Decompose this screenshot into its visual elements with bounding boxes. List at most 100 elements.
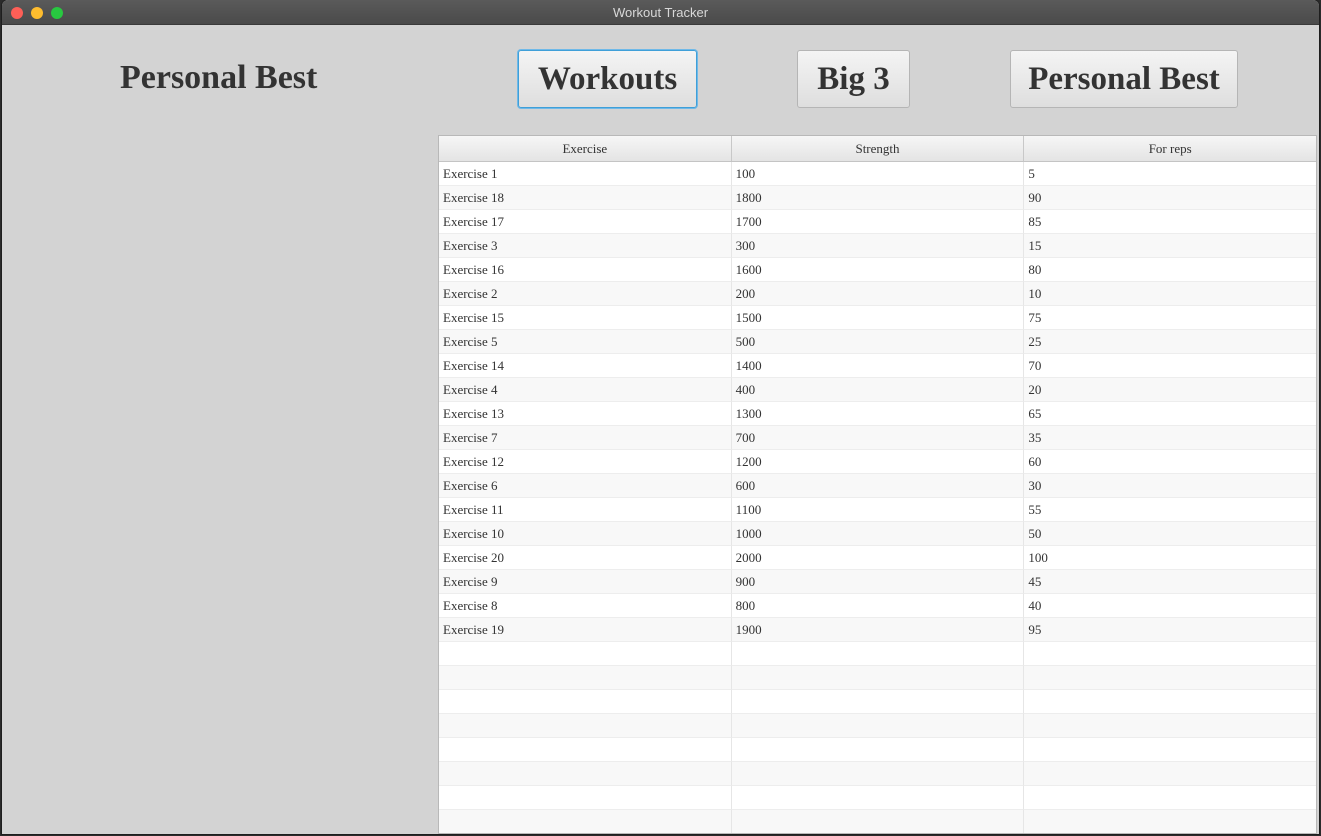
exercise-cell: Exercise 8 <box>439 594 732 618</box>
exercise-cell: Exercise 10 <box>439 522 732 546</box>
table-row[interactable]: Exercise 7 700 35 <box>439 426 1316 450</box>
table-row[interactable]: Exercise 19 1900 95 <box>439 618 1316 642</box>
for-reps-cell: 25 <box>1024 330 1316 354</box>
for-reps-cell: 70 <box>1024 354 1316 378</box>
for-reps-cell <box>1024 810 1316 833</box>
table-row[interactable]: Exercise 12 1200 60 <box>439 450 1316 474</box>
personal-best-button[interactable]: Personal Best <box>1010 50 1238 108</box>
exercise-cell: Exercise 3 <box>439 234 732 258</box>
table-row[interactable]: Exercise 18 1800 90 <box>439 186 1316 210</box>
strength-cell: 500 <box>731 330 1025 354</box>
exercise-cell: Exercise 16 <box>439 258 732 282</box>
big-3-button[interactable]: Big 3 <box>797 50 910 108</box>
exercise-cell: Exercise 4 <box>439 378 732 402</box>
strength-cell: 300 <box>731 234 1025 258</box>
for-reps-cell <box>1024 690 1316 714</box>
exercise-cell <box>439 762 732 786</box>
column-header-strength[interactable]: Strength <box>732 136 1025 161</box>
for-reps-cell <box>1024 762 1316 786</box>
table-row[interactable]: Exercise 17 1700 85 <box>439 210 1316 234</box>
exercise-cell <box>439 786 732 810</box>
exercise-cell: Exercise 12 <box>439 450 732 474</box>
strength-cell: 1300 <box>731 402 1025 426</box>
for-reps-cell: 60 <box>1024 450 1316 474</box>
exercise-cell: Exercise 17 <box>439 210 732 234</box>
exercise-cell: Exercise 18 <box>439 186 732 210</box>
empty-table-row[interactable] <box>439 810 1316 833</box>
strength-cell: 1000 <box>731 522 1025 546</box>
empty-table-row[interactable] <box>439 786 1316 810</box>
for-reps-cell: 45 <box>1024 570 1316 594</box>
strength-cell: 1900 <box>731 618 1025 642</box>
strength-cell: 1800 <box>731 186 1025 210</box>
empty-table-row[interactable] <box>439 642 1316 666</box>
empty-table-row[interactable] <box>439 714 1316 738</box>
table-row[interactable]: Exercise 11 1100 55 <box>439 498 1316 522</box>
page-title: Personal Best <box>120 59 318 96</box>
table-row[interactable]: Exercise 20 2000 100 <box>439 546 1316 570</box>
for-reps-cell: 15 <box>1024 234 1316 258</box>
for-reps-cell: 80 <box>1024 258 1316 282</box>
empty-table-row[interactable] <box>439 738 1316 762</box>
table-row[interactable]: Exercise 9 900 45 <box>439 570 1316 594</box>
for-reps-cell: 35 <box>1024 426 1316 450</box>
strength-cell: 900 <box>731 570 1025 594</box>
strength-cell <box>731 738 1025 762</box>
table-row[interactable]: Exercise 14 1400 70 <box>439 354 1316 378</box>
for-reps-cell: 95 <box>1024 618 1316 642</box>
exercise-cell: Exercise 19 <box>439 618 732 642</box>
table-row[interactable]: Exercise 8 800 40 <box>439 594 1316 618</box>
title-bar[interactable]: Workout Tracker <box>2 0 1319 25</box>
strength-cell <box>731 762 1025 786</box>
column-header-for-reps[interactable]: For reps <box>1024 136 1316 161</box>
for-reps-cell: 90 <box>1024 186 1316 210</box>
strength-cell: 400 <box>731 378 1025 402</box>
strength-cell: 700 <box>731 426 1025 450</box>
strength-cell: 800 <box>731 594 1025 618</box>
strength-cell <box>731 666 1025 690</box>
table-row[interactable]: Exercise 2 200 10 <box>439 282 1316 306</box>
exercise-cell: Exercise 6 <box>439 474 732 498</box>
for-reps-cell: 65 <box>1024 402 1316 426</box>
table-row[interactable]: Exercise 4 400 20 <box>439 378 1316 402</box>
for-reps-cell <box>1024 666 1316 690</box>
exercise-cell: Exercise 9 <box>439 570 732 594</box>
for-reps-cell: 55 <box>1024 498 1316 522</box>
table-row[interactable]: Exercise 13 1300 65 <box>439 402 1316 426</box>
for-reps-cell: 40 <box>1024 594 1316 618</box>
table-row[interactable]: Exercise 15 1500 75 <box>439 306 1316 330</box>
for-reps-cell <box>1024 714 1316 738</box>
strength-cell: 1700 <box>731 210 1025 234</box>
column-header-exercise[interactable]: Exercise <box>439 136 732 161</box>
strength-cell: 1200 <box>731 450 1025 474</box>
strength-cell <box>731 786 1025 810</box>
table-row[interactable]: Exercise 1 100 5 <box>439 162 1316 186</box>
empty-table-row[interactable] <box>439 690 1316 714</box>
strength-cell <box>731 642 1025 666</box>
exercise-cell: Exercise 15 <box>439 306 732 330</box>
strength-cell: 1500 <box>731 306 1025 330</box>
table-row[interactable]: Exercise 5 500 25 <box>439 330 1316 354</box>
exercise-cell <box>439 738 732 762</box>
for-reps-cell: 85 <box>1024 210 1316 234</box>
table-row[interactable]: Exercise 10 1000 50 <box>439 522 1316 546</box>
empty-table-row[interactable] <box>439 762 1316 786</box>
exercise-cell: Exercise 1 <box>439 162 732 186</box>
personal-best-table[interactable]: Exercise Strength For reps Exercise 1 100… <box>438 135 1317 834</box>
table-row[interactable]: Exercise 6 600 30 <box>439 474 1316 498</box>
exercise-cell: Exercise 14 <box>439 354 732 378</box>
table-row[interactable]: Exercise 16 1600 80 <box>439 258 1316 282</box>
exercise-cell <box>439 810 732 833</box>
empty-table-row[interactable] <box>439 666 1316 690</box>
exercise-cell: Exercise 2 <box>439 282 732 306</box>
strength-cell <box>732 810 1025 833</box>
for-reps-cell <box>1024 738 1316 762</box>
exercise-cell: Exercise 20 <box>439 546 732 570</box>
exercise-cell <box>439 666 732 690</box>
strength-cell <box>731 690 1025 714</box>
table-row[interactable]: Exercise 3 300 15 <box>439 234 1316 258</box>
workouts-button[interactable]: Workouts <box>518 50 697 108</box>
strength-cell: 600 <box>731 474 1025 498</box>
exercise-cell: Exercise 11 <box>439 498 732 522</box>
table-body: Exercise 1 100 5 Exercise 18 1800 90 Exercise … <box>439 162 1316 833</box>
